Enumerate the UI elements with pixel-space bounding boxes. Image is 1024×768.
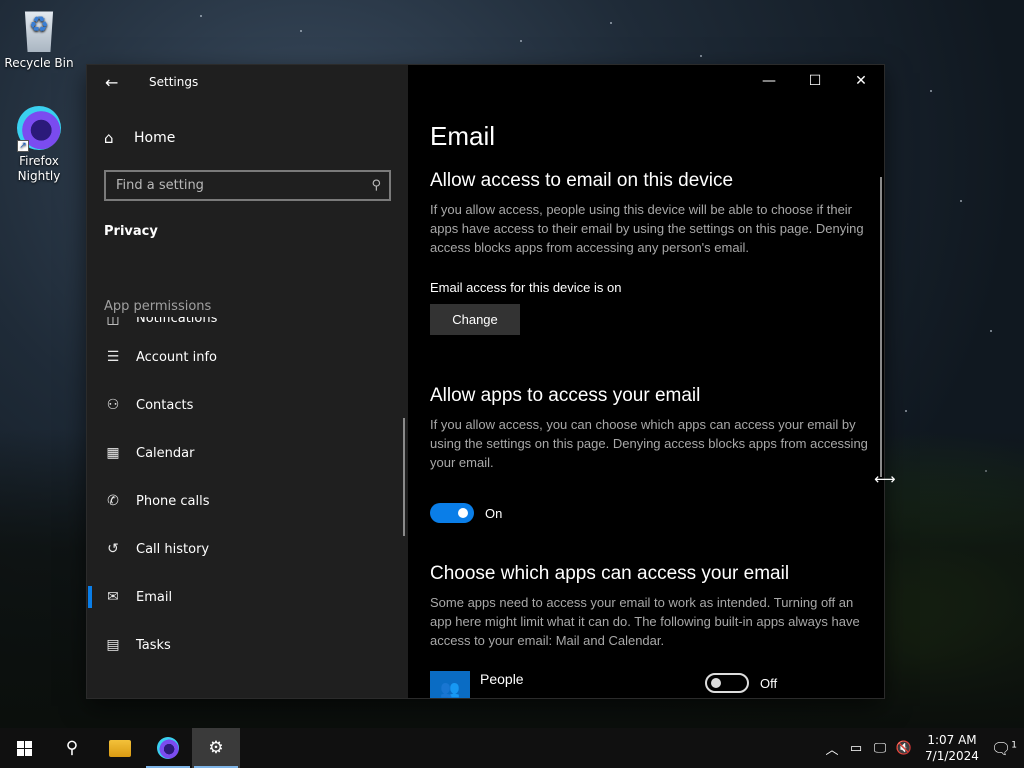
choose-section-description: Some apps need to access your email to w… (430, 595, 860, 648)
clock[interactable]: 1:07 AM 7/1/2024 (920, 732, 984, 764)
nav-home[interactable]: ⌂ Home (87, 118, 408, 158)
apps-section-description: If you allow access, you can choose whic… (430, 417, 868, 470)
sidebar-item-label: Phone calls (136, 493, 210, 509)
sidebar-item-label: Calendar (136, 445, 195, 461)
phone-icon: ✆ (107, 493, 119, 509)
apps-access-toggle[interactable] (430, 503, 474, 523)
back-arrow-icon[interactable]: ← (105, 73, 121, 92)
recycle-bin-icon (24, 11, 54, 52)
windows-logo-icon (16, 740, 32, 756)
main-scrollbar[interactable] (880, 177, 882, 477)
sidebar-item-label: Account info (136, 349, 218, 365)
history-icon: ↺ (107, 541, 119, 557)
desktop-icon-firefox-nightly[interactable]: ↗ Firefox Nightly (1, 106, 77, 184)
desktop-icon-recycle-bin[interactable]: Recycle Bin (1, 8, 77, 71)
resize-cursor-icon: ⟷ (874, 470, 896, 488)
notification-count: 1 (1011, 740, 1018, 751)
apps-access-toggle-state: On (485, 505, 503, 521)
people-access-toggle-state: Off (760, 675, 778, 691)
people-access-toggle[interactable] (705, 673, 749, 693)
sidebar-item-label: Notifications (136, 317, 218, 326)
window-title: Settings (149, 75, 199, 89)
maximize-button[interactable]: ☐ (792, 65, 838, 97)
search-icon[interactable]: ⚲ (371, 178, 381, 193)
apps-section-heading: Allow apps to access your email (430, 385, 701, 406)
sidebar-item-calendar[interactable]: ▦ Calendar (87, 429, 408, 477)
sidebar-item-label: Contacts (136, 397, 194, 413)
folder-icon (109, 739, 131, 757)
app-row-people: 👥 People Off (430, 671, 790, 698)
sidebar-item-label: Call history (136, 541, 210, 557)
search-button[interactable]: ⚲ (48, 728, 96, 768)
change-button[interactable]: Change (430, 304, 520, 335)
search-input[interactable] (116, 178, 346, 193)
sidebar-item-phone-calls[interactable]: ✆ Phone calls (87, 477, 408, 525)
sidebar-scrollbar[interactable] (403, 418, 405, 536)
desktop-icon-label: Recycle Bin (4, 56, 74, 70)
people-app-icon: 👥 (430, 671, 470, 698)
notification-icon: 🗨 (990, 738, 1012, 758)
chevron-up-icon[interactable]: ︿ (820, 739, 844, 758)
network-icon[interactable]: 🖵 (868, 741, 892, 756)
firefox-nightly-icon (157, 737, 179, 759)
taskbar: ⚲ ⚙ ︿ ▭ 🖵 🔇 1:07 AM 7/1/2024 🗨1 (0, 728, 1024, 768)
sidebar-item-contacts[interactable]: ⚇ Contacts (87, 381, 408, 429)
settings-main: — ☐ ✕ Email Allow access to email on thi… (408, 65, 884, 698)
device-access-status: Email access for this device is on (430, 280, 622, 295)
volume-muted-icon[interactable]: 🔇 (892, 741, 916, 756)
desktop-icon-label: Firefox Nightly (17, 154, 61, 183)
clock-date: 7/1/2024 (925, 749, 979, 763)
sidebar-item-account-info[interactable]: ☰ Account info (87, 333, 408, 381)
taskbar-firefox-nightly[interactable] (144, 728, 192, 768)
sidebar-item-call-history[interactable]: ↺ Call history (87, 525, 408, 573)
account-info-icon: ☰ (106, 349, 120, 365)
title-bar: — ☐ ✕ (408, 65, 884, 99)
meet-now-icon[interactable]: ▭ (844, 741, 868, 756)
notifications-icon: ◫ (106, 317, 120, 327)
settings-sidebar: ← Settings ⌂ Home ⚲ Privacy App permissi… (87, 65, 408, 698)
sidebar-item-label: Email (136, 589, 173, 605)
device-section-description: If you allow access, people using this d… (430, 202, 864, 255)
sidebar-item-label: Tasks (136, 637, 171, 653)
nav-home-label: Home (134, 130, 176, 146)
device-section-heading: Allow access to email on this device (430, 170, 734, 191)
apps-access-toggle-row: On (430, 503, 870, 523)
search-icon: ⚲ (65, 738, 79, 758)
section-title: Privacy (104, 224, 158, 239)
clock-time: 1:07 AM (927, 733, 977, 747)
settings-window: ← Settings ⌂ Home ⚲ Privacy App permissi… (87, 65, 884, 698)
window-header: ← Settings (87, 65, 408, 99)
taskbar-settings[interactable]: ⚙ (192, 728, 240, 768)
group-title: App permissions (104, 299, 212, 314)
page-content: Email Allow access to email on this devi… (430, 121, 870, 650)
page-title: Email (430, 121, 496, 151)
firefox-nightly-icon: ↗ (17, 106, 61, 152)
home-icon: ⌂ (104, 129, 114, 147)
sidebar-item-notifications[interactable]: ◫ Notifications (87, 317, 408, 333)
nav-list: ◫ Notifications ☰ Account info ⚇ Contact… (87, 317, 408, 698)
sidebar-item-tasks[interactable]: ▤ Tasks (87, 621, 408, 669)
start-button[interactable] (0, 728, 48, 768)
sidebar-item-email[interactable]: ✉ Email (87, 573, 408, 621)
contacts-icon: ⚇ (106, 397, 120, 413)
system-tray: ︿ ▭ 🖵 🔇 1:07 AM 7/1/2024 🗨1 (820, 728, 1024, 768)
app-toggle-row: Off (705, 673, 777, 693)
tasks-icon: ▤ (106, 637, 120, 653)
gear-icon: ⚙ (208, 738, 224, 758)
search-box: ⚲ (104, 170, 391, 201)
close-button[interactable]: ✕ (838, 65, 884, 97)
app-name: People (480, 671, 524, 687)
mail-icon: ✉ (107, 589, 119, 605)
calendar-icon: ▦ (106, 445, 120, 461)
minimize-button[interactable]: — (746, 65, 792, 97)
shortcut-arrow-icon: ↗ (17, 140, 29, 152)
taskbar-file-explorer[interactable] (96, 728, 144, 768)
choose-section-heading: Choose which apps can access your email (430, 563, 790, 584)
notification-center-button[interactable]: 🗨1 (984, 739, 1024, 758)
